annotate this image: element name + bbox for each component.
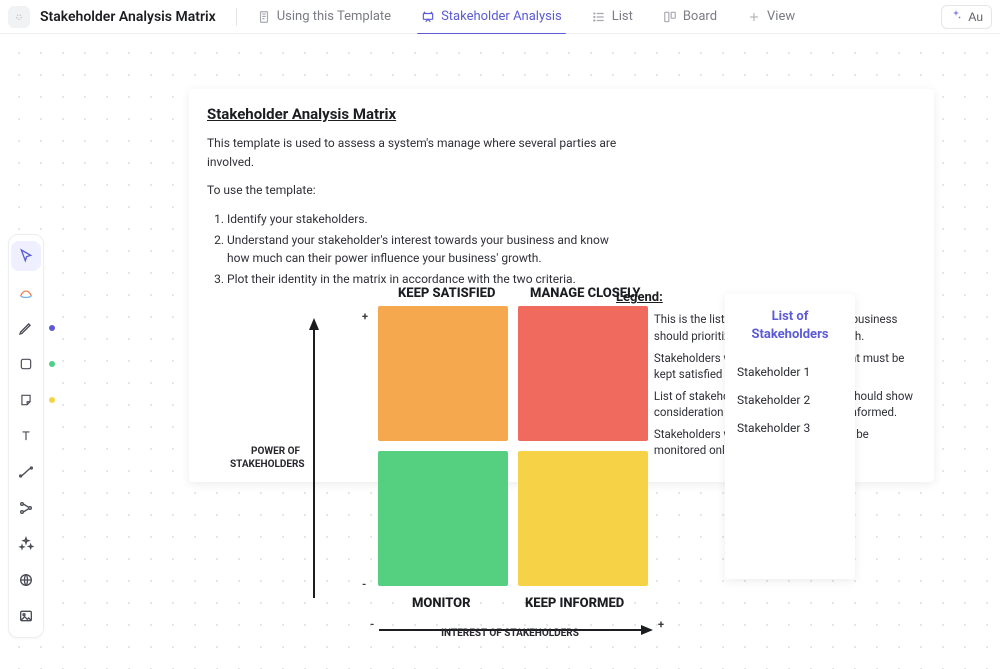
tab-label: Stakeholder Analysis (441, 9, 562, 24)
info-step: Understand your stakeholder's interest t… (227, 231, 617, 268)
tool-sticky-note[interactable] (11, 385, 41, 415)
list-icon (592, 10, 606, 24)
info-steps-list: Identify your stakeholders. Understand y… (207, 210, 617, 288)
x-axis-label: INTEREST OF STAKEHOLDERS (370, 628, 650, 641)
board-icon (663, 10, 677, 24)
automation-label: Au (968, 10, 983, 24)
x-tick-high: + (658, 618, 664, 631)
tool-text[interactable] (11, 421, 41, 451)
document-icon (257, 10, 271, 24)
tab-label: Using this Template (277, 9, 391, 24)
quadrant-bot-right[interactable] (518, 451, 648, 586)
tool-connector[interactable] (11, 457, 41, 487)
stakeholders-card[interactable]: List of Stakeholders Stakeholder 1 Stake… (725, 294, 855, 579)
tab-stakeholder-analysis[interactable]: Stakeholder Analysis (411, 0, 572, 34)
stakeholder-item[interactable]: Stakeholder 3 (737, 421, 843, 435)
left-toolbar (8, 234, 44, 638)
color-dot-green (49, 361, 55, 367)
top-bar: Stakeholder Analysis Matrix Using this T… (0, 0, 1000, 34)
y-axis-label: POWER OF STAKEHOLDERS (230, 446, 300, 471)
tool-relations[interactable] (11, 493, 41, 523)
tab-board[interactable]: Board (653, 0, 727, 34)
add-view-label: View (767, 9, 795, 24)
whiteboard-icon (421, 10, 435, 24)
automation-button[interactable]: Au (941, 5, 992, 29)
y-tick-high: + (362, 310, 368, 323)
page-title: Stakeholder Analysis Matrix (40, 9, 216, 25)
tool-image[interactable] (11, 601, 41, 631)
quadrant-label-top-right: MANAGE CLOSELY (530, 286, 641, 301)
y-tick-low: - (362, 578, 366, 591)
tool-select[interactable] (11, 241, 41, 271)
tab-label: Board (683, 9, 717, 24)
divider (236, 8, 237, 26)
quadrant-top-right[interactable] (518, 306, 648, 441)
add-view-button[interactable]: View (737, 0, 805, 34)
tool-web[interactable] (11, 565, 41, 595)
stakeholders-heading: List of Stakeholders (737, 308, 843, 343)
stakeholder-item[interactable]: Stakeholder 2 (737, 393, 843, 407)
quadrant-label-bot-right: KEEP INFORMED (525, 596, 624, 611)
info-step: Identify your stakeholders. (227, 210, 617, 229)
plus-icon (747, 10, 761, 24)
matrix-grid (378, 306, 670, 586)
workspace-logo[interactable] (8, 6, 30, 28)
tab-list[interactable]: List (582, 0, 643, 34)
tool-pen[interactable] (11, 313, 41, 343)
info-use-intro: To use the template: (207, 181, 617, 200)
tool-diagram[interactable] (11, 277, 41, 307)
tool-ai[interactable] (11, 529, 41, 559)
color-dot-blue (49, 325, 55, 331)
info-paragraph: This template is used to assess a system… (207, 134, 617, 171)
quadrant-label-bot-left: MONITOR (412, 596, 471, 611)
whiteboard-canvas[interactable]: Stakeholder Analysis Matrix This templat… (0, 34, 1000, 669)
quadrant-label-top-left: KEEP SATISFIED (398, 286, 495, 301)
tab-label: List (612, 9, 633, 24)
quadrant-bot-left[interactable] (378, 451, 508, 586)
info-heading: Stakeholder Analysis Matrix (207, 103, 617, 126)
y-axis-arrow (304, 316, 324, 606)
matrix[interactable]: KEEP SATISFIED MANAGE CLOSELY + - POWER … (310, 286, 670, 586)
info-left: Stakeholder Analysis Matrix This templat… (207, 103, 617, 290)
tab-using-template[interactable]: Using this Template (247, 0, 401, 34)
color-dot-yellow (49, 397, 55, 403)
quadrant-top-left[interactable] (378, 306, 508, 441)
sparkle-icon (950, 9, 962, 24)
tool-shape[interactable] (11, 349, 41, 379)
stakeholder-item[interactable]: Stakeholder 1 (737, 365, 843, 379)
